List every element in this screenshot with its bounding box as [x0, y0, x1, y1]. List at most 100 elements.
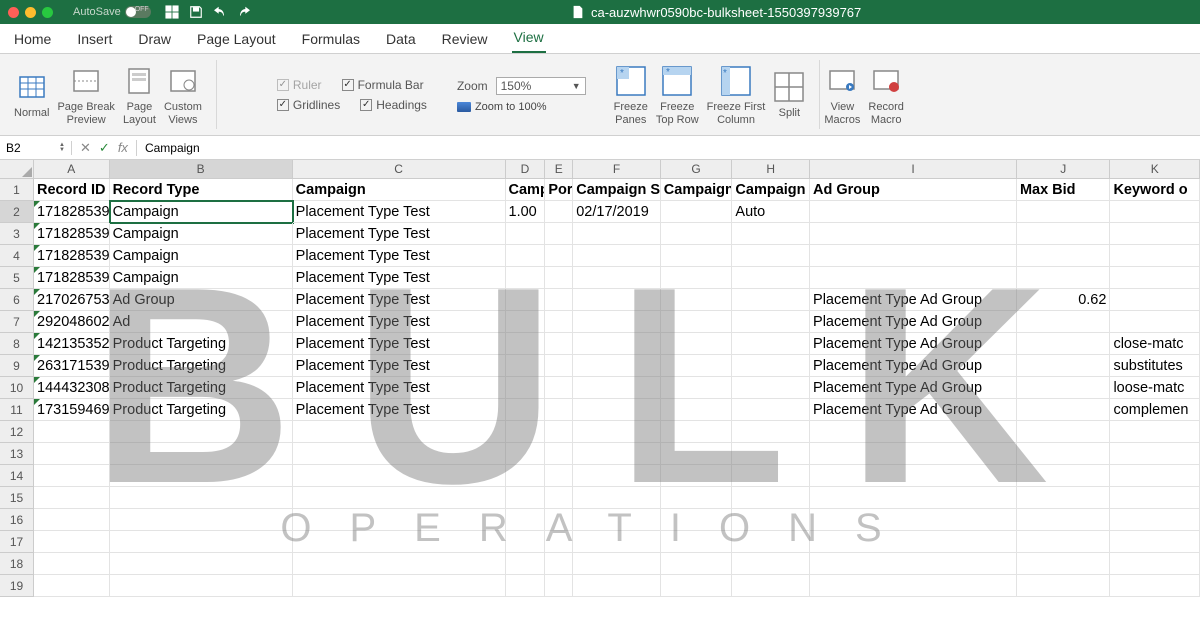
cell-A16[interactable]: [34, 509, 110, 531]
cell-C12[interactable]: [293, 421, 506, 443]
cell-D10[interactable]: [506, 377, 546, 399]
zoom-select[interactable]: 150% ▼: [496, 77, 586, 95]
cell-D4[interactable]: [506, 245, 546, 267]
cell-K6[interactable]: [1110, 289, 1200, 311]
cell-I18[interactable]: [810, 553, 1017, 575]
ruler-checkbox[interactable]: ✓Ruler: [277, 78, 322, 92]
view-mode-page break[interactable]: Page Break Preview: [53, 60, 118, 129]
column-header-B[interactable]: B: [110, 160, 293, 179]
column-header-E[interactable]: E: [545, 160, 573, 179]
cell-K8[interactable]: close-matc: [1110, 333, 1200, 355]
gridlines-checkbox[interactable]: ✓Gridlines: [277, 98, 340, 112]
cell-A4[interactable]: 171828539: [34, 245, 110, 267]
view-mode-normal[interactable]: Normal: [10, 60, 53, 129]
freeze-first-column-button[interactable]: * Freeze First Column: [703, 60, 770, 129]
cell-A19[interactable]: [34, 575, 110, 597]
cell-K9[interactable]: substitutes: [1110, 355, 1200, 377]
cell-H4[interactable]: [732, 245, 810, 267]
cell-A10[interactable]: 144432308: [34, 377, 110, 399]
cell-I12[interactable]: [810, 421, 1017, 443]
cell-A3[interactable]: 171828539: [34, 223, 110, 245]
cell-F8[interactable]: [573, 333, 661, 355]
cell-C17[interactable]: [293, 531, 506, 553]
cell-A14[interactable]: [34, 465, 110, 487]
cell-B18[interactable]: [110, 553, 293, 575]
column-header-J[interactable]: J: [1017, 160, 1111, 179]
row-header-4[interactable]: 4: [0, 245, 34, 267]
headings-checkbox[interactable]: ✓Headings: [360, 98, 427, 112]
cancel-icon[interactable]: ✕: [80, 140, 91, 156]
cell-K15[interactable]: [1110, 487, 1200, 509]
cell-A18[interactable]: [34, 553, 110, 575]
cell-I17[interactable]: [810, 531, 1017, 553]
view-mode-page[interactable]: Page Layout: [119, 60, 160, 129]
cell-E15[interactable]: [545, 487, 573, 509]
cell-K14[interactable]: [1110, 465, 1200, 487]
cell-K16[interactable]: [1110, 509, 1200, 531]
cell-G1[interactable]: Campaign I: [661, 179, 733, 201]
row-header-5[interactable]: 5: [0, 267, 34, 289]
cell-G14[interactable]: [661, 465, 733, 487]
minimize-window-button[interactable]: [25, 7, 36, 18]
cell-K2[interactable]: [1110, 201, 1200, 223]
column-header-I[interactable]: I: [810, 160, 1017, 179]
cell-C10[interactable]: Placement Type Test: [293, 377, 506, 399]
cell-K4[interactable]: [1110, 245, 1200, 267]
cell-J15[interactable]: [1017, 487, 1111, 509]
cell-E13[interactable]: [545, 443, 573, 465]
formula-input[interactable]: Campaign: [137, 141, 208, 155]
cell-A13[interactable]: [34, 443, 110, 465]
cell-J2[interactable]: [1017, 201, 1111, 223]
cell-E14[interactable]: [545, 465, 573, 487]
cell-D3[interactable]: [506, 223, 546, 245]
spreadsheet-grid[interactable]: ABCDEFGHIJK 1Record IDRecord TypeCampaig…: [0, 160, 1200, 597]
cell-C2[interactable]: Placement Type Test: [293, 201, 506, 223]
cell-B1[interactable]: Record Type: [110, 179, 293, 201]
cell-G4[interactable]: [661, 245, 733, 267]
cell-K7[interactable]: [1110, 311, 1200, 333]
cell-J19[interactable]: [1017, 575, 1111, 597]
cell-G15[interactable]: [661, 487, 733, 509]
cell-F7[interactable]: [573, 311, 661, 333]
cell-D5[interactable]: [506, 267, 546, 289]
cell-A1[interactable]: Record ID: [34, 179, 110, 201]
row-header-11[interactable]: 11: [0, 399, 34, 421]
cell-J6[interactable]: 0.62: [1017, 289, 1111, 311]
enter-icon[interactable]: ✓: [99, 140, 110, 156]
view-macros-button[interactable]: View Macros: [820, 60, 864, 129]
cell-I5[interactable]: [810, 267, 1017, 289]
cell-J12[interactable]: [1017, 421, 1111, 443]
row-header-13[interactable]: 13: [0, 443, 34, 465]
cell-E17[interactable]: [545, 531, 573, 553]
cell-H8[interactable]: [732, 333, 810, 355]
cell-K11[interactable]: complemen: [1110, 399, 1200, 421]
undo-icon[interactable]: [213, 5, 227, 19]
cell-H7[interactable]: [732, 311, 810, 333]
cell-F4[interactable]: [573, 245, 661, 267]
cell-E3[interactable]: [545, 223, 573, 245]
column-header-H[interactable]: H: [732, 160, 810, 179]
cell-F17[interactable]: [573, 531, 661, 553]
cell-H6[interactable]: [732, 289, 810, 311]
view-mode-custom[interactable]: Custom Views: [160, 60, 217, 129]
cell-B3[interactable]: Campaign: [110, 223, 293, 245]
cell-A9[interactable]: 263171539: [34, 355, 110, 377]
cell-H10[interactable]: [732, 377, 810, 399]
cell-F9[interactable]: [573, 355, 661, 377]
cell-F14[interactable]: [573, 465, 661, 487]
cell-G16[interactable]: [661, 509, 733, 531]
cell-I14[interactable]: [810, 465, 1017, 487]
cell-J13[interactable]: [1017, 443, 1111, 465]
cell-I19[interactable]: [810, 575, 1017, 597]
column-header-A[interactable]: A: [34, 160, 110, 179]
column-header-G[interactable]: G: [661, 160, 733, 179]
cell-E8[interactable]: [545, 333, 573, 355]
cell-H13[interactable]: [732, 443, 810, 465]
cell-B8[interactable]: Product Targeting: [110, 333, 293, 355]
cell-C19[interactable]: [293, 575, 506, 597]
row-header-19[interactable]: 19: [0, 575, 34, 597]
menu-tab-view[interactable]: View: [512, 23, 546, 53]
cell-A6[interactable]: 217026753: [34, 289, 110, 311]
cell-B4[interactable]: Campaign: [110, 245, 293, 267]
home-icon[interactable]: [165, 5, 179, 19]
